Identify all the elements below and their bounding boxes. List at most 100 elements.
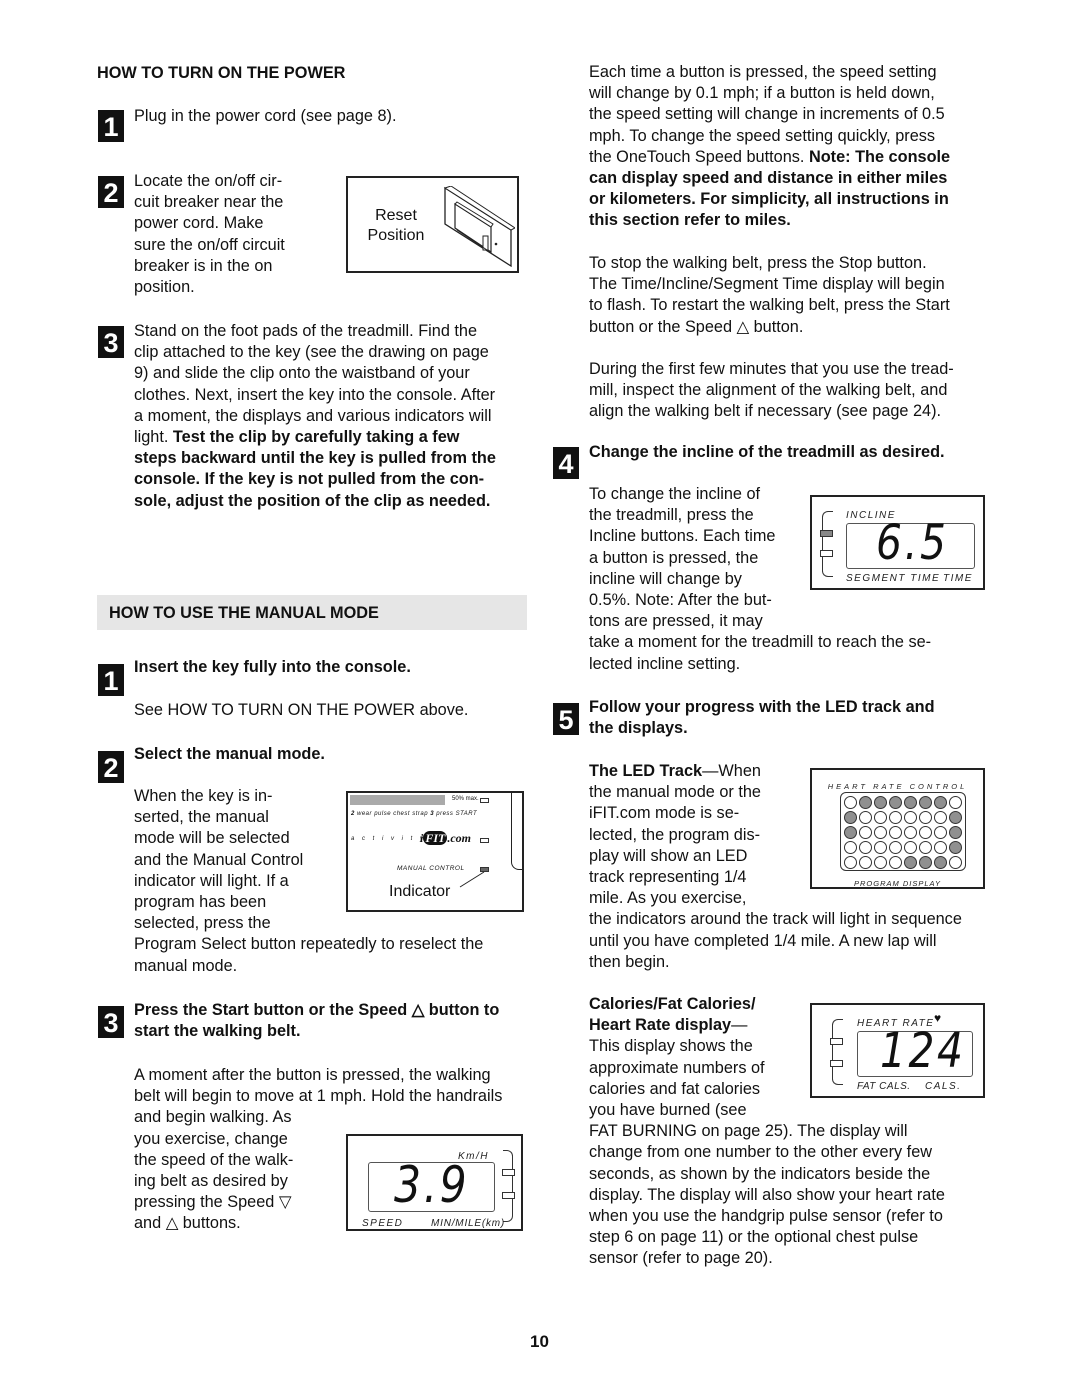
- text-line: start the walking belt.: [134, 1022, 301, 1041]
- led-dot-unlit: [904, 811, 917, 824]
- text-line: lected incline setting.: [589, 654, 741, 673]
- text-line: position.: [134, 278, 195, 297]
- kmh-indicator: [502, 1169, 515, 1176]
- text-bold: Note: The console: [808, 147, 951, 166]
- incline-display-figure: INCLINE 6.5 SEGMENT TIME TIME: [810, 495, 985, 590]
- step-number-2: 2: [98, 176, 124, 208]
- text-line: Stand on the foot pads of the treadmill.…: [134, 322, 478, 340]
- speed-bracket: [503, 1150, 513, 1222]
- text-line: display. The display will also show your…: [589, 1185, 945, 1204]
- led-dot-unlit: [874, 856, 887, 869]
- led-dot-unlit: [859, 826, 872, 839]
- ifit-indicator: [480, 838, 489, 843]
- text-normal: light.: [134, 428, 173, 447]
- led-dot-unlit: [844, 796, 857, 809]
- led-dot-unlit: [859, 811, 872, 824]
- heart-rate-indicator: [830, 1038, 843, 1045]
- indicator-pointer-line: [459, 871, 485, 888]
- power-step-3-text: Stand on the foot pads of the treadmill.…: [134, 321, 534, 512]
- led-dot-unlit: [949, 856, 962, 869]
- step-2-mark: 2: [351, 811, 355, 817]
- incline-bracket: [822, 511, 833, 577]
- text-line: selected, press the: [134, 914, 271, 933]
- manual-step-1-text: See HOW TO TURN ON THE POWER above.: [134, 701, 469, 719]
- text-line: Locate the on/off cir-: [134, 172, 283, 190]
- circuit-breaker-icon: [443, 186, 515, 268]
- text-line: 0.5%. Note: After the but-: [589, 591, 772, 610]
- segment-time-indicator: [820, 550, 833, 557]
- console-edge-line: [511, 791, 524, 870]
- led-track-figure: HEART RATE CONTROL PROGRAM DISPLAY: [810, 768, 985, 889]
- text-line: until you have completed 1/4 mile. A new…: [589, 931, 937, 950]
- led-dot-lit: [949, 841, 962, 854]
- text-line: belt will begin to move at 1 mph. Hold t…: [134, 1087, 503, 1106]
- text-line: seconds, as shown by the indicators besi…: [589, 1164, 931, 1183]
- text-bold: Test the clip by carefully taking a few: [172, 428, 460, 447]
- step-3-mark: 3: [430, 811, 435, 817]
- text-line: the indicators around the track will lig…: [589, 910, 962, 929]
- text-line: then begin.: [589, 952, 670, 971]
- led-dot-lit: [949, 826, 962, 839]
- led-dot-unlit: [889, 841, 902, 854]
- led-dot-unlit: [859, 841, 872, 854]
- led-dot-unlit: [844, 841, 857, 854]
- led-dot-unlit: [874, 811, 887, 824]
- manual-step-number-3: 3: [98, 1006, 124, 1038]
- stop-belt-text: To stop the walking belt, press the Stop…: [589, 253, 989, 338]
- led-dot-unlit: [889, 811, 902, 824]
- manual-step-3-title: Press the Start button or the Speed △ bu…: [134, 1000, 499, 1042]
- led-dot-unlit: [904, 841, 917, 854]
- text-line: mph. To change the speed setting quickly…: [589, 126, 936, 145]
- text-line: sensor (refer to page 20).: [589, 1249, 773, 1268]
- manual-step-2-title: Select the manual mode.: [134, 745, 325, 763]
- manual-control-figure: 50% max. 2 wear pulse chest strap 3 pres…: [346, 791, 524, 912]
- led-dot-unlit: [934, 826, 947, 839]
- text-line: the OneTouch Speed buttons. Note: The co…: [589, 147, 989, 168]
- text-line: To stop the walking belt, press the Stop…: [589, 254, 927, 272]
- text-line: clip attached to the key (see the drawin…: [134, 343, 489, 362]
- led-dot-unlit: [919, 826, 932, 839]
- speed-label: SPEED: [362, 1218, 404, 1229]
- step-number-1: 1: [98, 110, 124, 142]
- led-dot-unlit: [889, 856, 902, 869]
- text-line: to flash. To restart the walking belt, p…: [589, 296, 950, 315]
- text-line: power cord. Make: [134, 214, 264, 233]
- text-line: or kilometers. For simplicity, all instr…: [589, 190, 949, 209]
- heart-rate-value: 124: [880, 1023, 966, 1079]
- led-dot-lit: [844, 811, 857, 824]
- text-line: button or the Speed △ button.: [589, 317, 804, 336]
- text-line: steps backward until the key is pulled f…: [134, 449, 496, 468]
- led-dot-lit: [934, 796, 947, 809]
- led-dot-unlit: [949, 796, 962, 809]
- time-label: TIME: [943, 573, 973, 584]
- text-line: 9) and slide the clip onto the waistband…: [134, 364, 470, 383]
- text-line: Program Select button repeatedly to rese…: [134, 935, 484, 954]
- text-line: clothes. Next, insert the key into the c…: [134, 385, 496, 404]
- text-line: tons are pressed, it may: [589, 612, 763, 631]
- step-4-title: Change the incline of the treadmill as d…: [589, 443, 945, 461]
- section-heading-power: HOW TO TURN ON THE POWER: [97, 64, 346, 82]
- logo-com: .com: [447, 831, 472, 845]
- text-line: FAT BURNING on page 25). The display wil…: [589, 1122, 908, 1141]
- led-dot-unlit: [889, 826, 902, 839]
- led-dot-lit: [859, 796, 872, 809]
- text-line: sole, adjust the position of the clip as…: [134, 491, 491, 510]
- led-dot-unlit: [904, 826, 917, 839]
- heart-rate-bracket: [832, 1019, 843, 1085]
- text-normal: —When: [702, 762, 761, 780]
- text-line: when you use the handgrip pulse sensor (…: [589, 1207, 943, 1226]
- max-indicator: [480, 798, 489, 803]
- led-dot-unlit: [919, 811, 932, 824]
- text-line: will change by 0.1 mph; if a button is h…: [589, 84, 935, 103]
- text-line: light. Test the clip by carefully taking…: [134, 427, 534, 448]
- text-normal: the OneTouch Speed buttons.: [589, 147, 809, 166]
- led-dot-lit: [919, 796, 932, 809]
- reset-label-line2: Position: [367, 227, 425, 244]
- led-dot-lit: [844, 826, 857, 839]
- text-bold: Heart Rate display: [589, 1016, 732, 1035]
- led-dot-unlit: [919, 841, 932, 854]
- section-heading-manual: HOW TO USE THE MANUAL MODE: [109, 604, 379, 622]
- heart-rate-display-figure: HEART RATE ♥ 124 FAT CALS. CALS.: [810, 1003, 985, 1098]
- text-line: you have burned (see: [589, 1101, 747, 1120]
- incline-value: 6.5: [876, 515, 949, 571]
